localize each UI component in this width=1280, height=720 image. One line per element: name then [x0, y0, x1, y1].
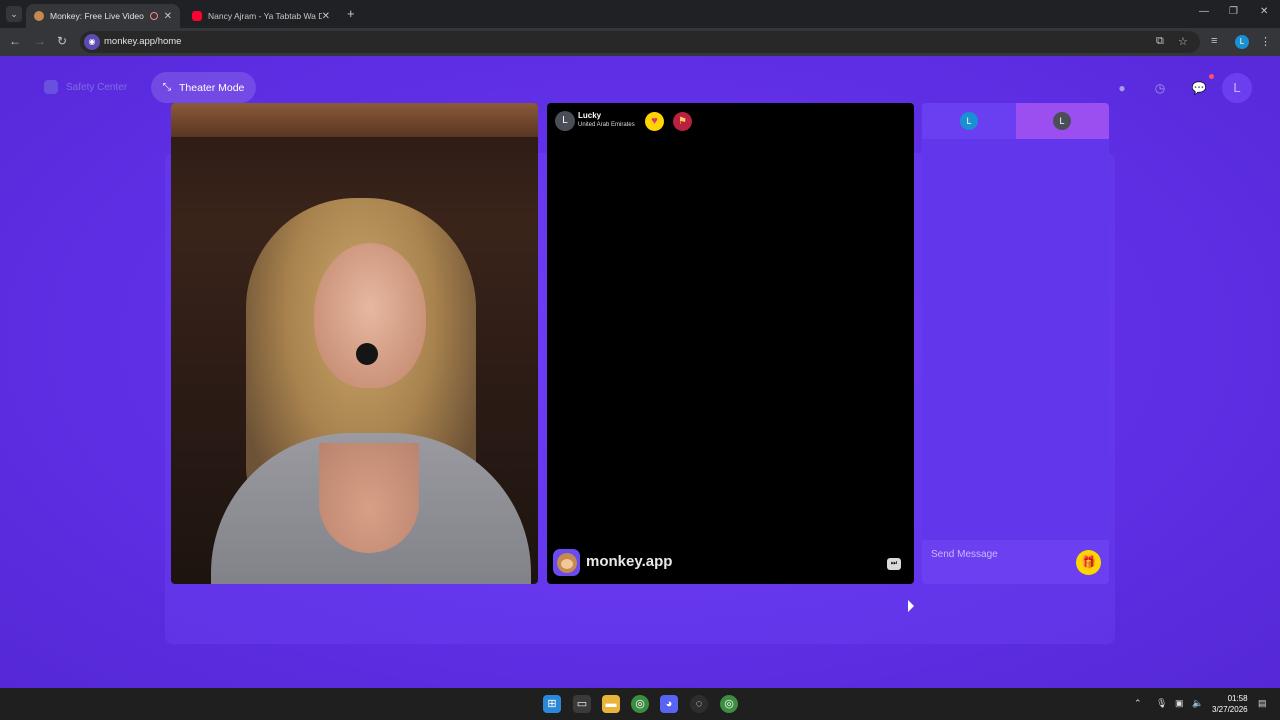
install-app-icon[interactable]: ⧉: [1156, 35, 1164, 48]
clock-date: 3/27/2026: [1212, 705, 1248, 714]
browser-profile-avatar[interactable]: L: [1235, 35, 1249, 49]
mouse-cursor: [908, 600, 914, 612]
headset-mic: [356, 343, 378, 365]
flag-badge-icon[interactable]: ⚑: [673, 112, 692, 131]
address-toolbar: ← → ↻ ◉ monkey.app/home ⧉ ☆ ≡ ⋮: [0, 28, 1280, 56]
new-tab-icon[interactable]: +: [347, 6, 355, 21]
history-icon[interactable]: ◷: [1150, 78, 1170, 98]
youtube-favicon-icon: [192, 11, 202, 21]
self-video: [171, 103, 538, 584]
discord-icon[interactable]: ◕: [660, 695, 678, 713]
forward-icon[interactable]: →: [34, 34, 46, 48]
close-tab-icon[interactable]: ✕: [164, 11, 172, 22]
notifications-icon[interactable]: ▤: [1258, 698, 1267, 709]
tray-chevron-icon[interactable]: ⌃: [1134, 698, 1142, 709]
peer-country: United Arab Emirates: [578, 122, 635, 128]
reload-icon[interactable]: ↻: [57, 34, 67, 48]
video-background: [171, 103, 538, 137]
theater-mode-button[interactable]: ⤡ Theater Mode: [151, 72, 256, 103]
clock-time: 01:58: [1227, 694, 1248, 703]
bookmark-star-icon[interactable]: ☆: [1178, 35, 1188, 48]
system-clock[interactable]: 01:58 3/27/2026: [1212, 693, 1248, 715]
microphone-icon[interactable]: 🎙: [1156, 698, 1167, 709]
skip-icon[interactable]: ⏭: [887, 558, 901, 570]
message-input[interactable]: Send Message 🎁: [922, 540, 1109, 584]
restore-icon[interactable]: ❐: [1229, 6, 1238, 17]
close-window-icon[interactable]: ✕: [1260, 6, 1268, 17]
shield-icon: [44, 80, 58, 94]
back-icon[interactable]: ←: [9, 34, 21, 48]
peer-video: L Lucky United Arab Emirates ♥ ⚑ monkey.…: [547, 103, 914, 584]
volume-icon[interactable]: 🔈: [1192, 698, 1203, 709]
chrome-profile-icon[interactable]: ◎: [720, 695, 738, 713]
safety-center-link[interactable]: Safety Center: [44, 80, 127, 94]
tab-title: Nancy Ajram - Ya Tabtab Wa Da: [208, 11, 322, 21]
person-face: [314, 243, 426, 388]
close-tab-icon[interactable]: ✕: [322, 11, 330, 22]
theater-mode-label: Theater Mode: [179, 81, 245, 94]
peer-name: Lucky: [578, 111, 602, 120]
notification-dot: [1209, 74, 1214, 79]
peer-avatar[interactable]: L: [555, 111, 575, 131]
monkey-logo-icon: [553, 549, 580, 576]
chat-panel: L L Send Message 🎁: [922, 103, 1109, 584]
chat-tab-avatar: L: [960, 112, 978, 130]
heart-badge-icon[interactable]: ♥: [645, 112, 664, 131]
file-explorer-icon[interactable]: ▬: [602, 695, 620, 713]
minimize-icon[interactable]: —: [1199, 6, 1209, 17]
expand-icon: ⤡: [162, 81, 172, 93]
messages-icon[interactable]: 💬: [1189, 78, 1209, 98]
menu-kebab-icon[interactable]: ⋮: [1260, 35, 1271, 48]
network-icon[interactable]: ▣: [1175, 698, 1184, 709]
tab-youtube[interactable]: Nancy Ajram - Ya Tabtab Wa Da ✕: [184, 4, 338, 28]
watermark-text: monkey.app: [586, 553, 673, 570]
chat-tab-avatar: L: [1053, 112, 1071, 130]
windows-taskbar: ⊞ ▭ ▬ ◎ ◕ ◌ ◎ ⌃ 🎙 ▣ 🔈 01:58 3/27/2026 ▤: [0, 688, 1280, 720]
monkey-favicon-icon: [34, 11, 44, 21]
friends-icon[interactable]: ●: [1112, 78, 1132, 98]
user-avatar[interactable]: L: [1222, 73, 1252, 103]
browser-tab-strip: ⌄ Monkey: Free Live Video Ch ✕ Nancy Ajr…: [0, 0, 1280, 28]
start-icon[interactable]: ⊞: [543, 695, 561, 713]
omnibox[interactable]: ◉ monkey.app/home: [80, 31, 1200, 53]
task-view-icon[interactable]: ▭: [573, 695, 591, 713]
tab-monkey[interactable]: Monkey: Free Live Video Ch ✕: [26, 4, 180, 28]
url-text[interactable]: monkey.app/home: [104, 36, 181, 47]
gift-icon[interactable]: 🎁: [1076, 550, 1101, 575]
obs-icon[interactable]: ◌: [690, 695, 708, 713]
safety-center-label: Safety Center: [66, 81, 128, 93]
chrome-icon[interactable]: ◎: [631, 695, 649, 713]
chat-tab-peer[interactable]: L: [1016, 103, 1109, 139]
tab-search-icon[interactable]: ⌄: [6, 6, 22, 22]
person-neckline: [319, 443, 419, 553]
chat-tab-self[interactable]: L: [922, 103, 1016, 139]
message-placeholder: Send Message: [931, 549, 998, 560]
tab-title: Monkey: Free Live Video Ch: [50, 11, 144, 21]
recording-icon: [149, 12, 158, 20]
media-controls-icon[interactable]: ≡: [1211, 35, 1217, 47]
site-info-icon[interactable]: ◉: [84, 34, 100, 50]
